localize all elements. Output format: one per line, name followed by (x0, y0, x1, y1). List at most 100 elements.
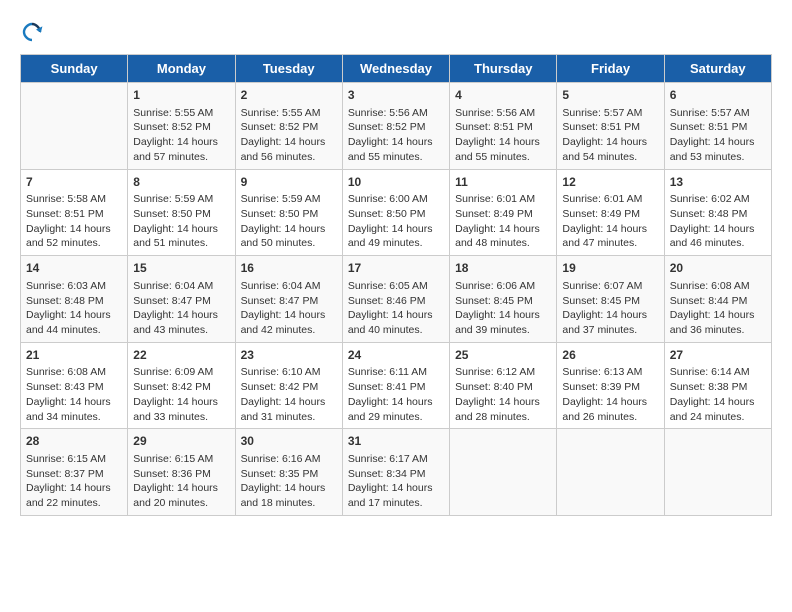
cell-content-line: and 55 minutes. (348, 150, 444, 165)
cell-content-line: Sunrise: 5:59 AM (241, 192, 337, 207)
day-number: 20 (670, 260, 766, 277)
day-header-monday: Monday (128, 55, 235, 83)
cell-content-line: Sunrise: 6:04 AM (241, 279, 337, 294)
cell-content-line: Sunset: 8:36 PM (133, 467, 229, 482)
calendar-cell: 20Sunrise: 6:08 AMSunset: 8:44 PMDayligh… (664, 256, 771, 343)
calendar-cell: 29Sunrise: 6:15 AMSunset: 8:36 PMDayligh… (128, 429, 235, 516)
cell-content-line: and 34 minutes. (26, 410, 122, 425)
week-row-0: 1Sunrise: 5:55 AMSunset: 8:52 PMDaylight… (21, 83, 772, 170)
cell-content-line: Sunrise: 5:56 AM (455, 106, 551, 121)
cell-content-line: Daylight: 14 hours (348, 481, 444, 496)
cell-content-line: Sunset: 8:49 PM (455, 207, 551, 222)
cell-content-line: Sunset: 8:50 PM (241, 207, 337, 222)
cell-content-line: Sunset: 8:47 PM (241, 294, 337, 309)
cell-content-line: Sunrise: 6:06 AM (455, 279, 551, 294)
cell-content-line: Sunset: 8:50 PM (348, 207, 444, 222)
cell-content-line: Sunset: 8:42 PM (133, 380, 229, 395)
cell-content-line: Sunrise: 6:10 AM (241, 365, 337, 380)
cell-content-line: and 51 minutes. (133, 236, 229, 251)
cell-content-line: Daylight: 14 hours (670, 395, 766, 410)
cell-content-line: Daylight: 14 hours (348, 308, 444, 323)
cell-content-line: and 46 minutes. (670, 236, 766, 251)
cell-content-line: and 26 minutes. (562, 410, 658, 425)
calendar-cell: 12Sunrise: 6:01 AMSunset: 8:49 PMDayligh… (557, 169, 664, 256)
calendar-cell: 14Sunrise: 6:03 AMSunset: 8:48 PMDayligh… (21, 256, 128, 343)
calendar-cell: 18Sunrise: 6:06 AMSunset: 8:45 PMDayligh… (450, 256, 557, 343)
calendar-cell: 6Sunrise: 5:57 AMSunset: 8:51 PMDaylight… (664, 83, 771, 170)
cell-content-line: and 48 minutes. (455, 236, 551, 251)
day-number: 6 (670, 87, 766, 104)
calendar-cell: 10Sunrise: 6:00 AMSunset: 8:50 PMDayligh… (342, 169, 449, 256)
cell-content-line: Sunrise: 6:16 AM (241, 452, 337, 467)
week-row-3: 21Sunrise: 6:08 AMSunset: 8:43 PMDayligh… (21, 342, 772, 429)
cell-content-line: Sunrise: 5:55 AM (133, 106, 229, 121)
cell-content-line: Sunset: 8:37 PM (26, 467, 122, 482)
cell-content-line: Sunrise: 5:57 AM (562, 106, 658, 121)
cell-content-line: Sunset: 8:46 PM (348, 294, 444, 309)
day-number: 2 (241, 87, 337, 104)
cell-content-line: Sunset: 8:44 PM (670, 294, 766, 309)
week-row-2: 14Sunrise: 6:03 AMSunset: 8:48 PMDayligh… (21, 256, 772, 343)
day-header-saturday: Saturday (664, 55, 771, 83)
cell-content-line: Daylight: 14 hours (562, 135, 658, 150)
cell-content-line: Daylight: 14 hours (133, 395, 229, 410)
cell-content-line: Sunrise: 6:00 AM (348, 192, 444, 207)
day-number: 1 (133, 87, 229, 104)
cell-content-line: Sunrise: 5:57 AM (670, 106, 766, 121)
calendar-cell: 24Sunrise: 6:11 AMSunset: 8:41 PMDayligh… (342, 342, 449, 429)
cell-content-line: Sunrise: 6:17 AM (348, 452, 444, 467)
cell-content-line: and 55 minutes. (455, 150, 551, 165)
cell-content-line: Daylight: 14 hours (241, 395, 337, 410)
cell-content-line: and 20 minutes. (133, 496, 229, 511)
calendar-cell (557, 429, 664, 516)
day-number: 3 (348, 87, 444, 104)
cell-content-line: and 52 minutes. (26, 236, 122, 251)
cell-content-line: Daylight: 14 hours (348, 222, 444, 237)
cell-content-line: Daylight: 14 hours (241, 135, 337, 150)
cell-content-line: Daylight: 14 hours (26, 308, 122, 323)
day-number: 28 (26, 433, 122, 450)
cell-content-line: Sunrise: 6:08 AM (26, 365, 122, 380)
cell-content-line: Daylight: 14 hours (348, 135, 444, 150)
cell-content-line: Sunset: 8:51 PM (562, 120, 658, 135)
week-row-1: 7Sunrise: 5:58 AMSunset: 8:51 PMDaylight… (21, 169, 772, 256)
calendar-cell: 27Sunrise: 6:14 AMSunset: 8:38 PMDayligh… (664, 342, 771, 429)
cell-content-line: Daylight: 14 hours (133, 222, 229, 237)
cell-content-line: and 57 minutes. (133, 150, 229, 165)
calendar-cell (21, 83, 128, 170)
day-number: 10 (348, 174, 444, 191)
day-number: 21 (26, 347, 122, 364)
cell-content-line: Sunrise: 6:01 AM (562, 192, 658, 207)
calendar-cell: 9Sunrise: 5:59 AMSunset: 8:50 PMDaylight… (235, 169, 342, 256)
calendar-cell: 2Sunrise: 5:55 AMSunset: 8:52 PMDaylight… (235, 83, 342, 170)
cell-content-line: Sunrise: 6:14 AM (670, 365, 766, 380)
cell-content-line: and 36 minutes. (670, 323, 766, 338)
cell-content-line: Sunrise: 6:04 AM (133, 279, 229, 294)
cell-content-line: Sunrise: 6:15 AM (26, 452, 122, 467)
cell-content-line: Daylight: 14 hours (670, 222, 766, 237)
cell-content-line: Daylight: 14 hours (26, 222, 122, 237)
day-number: 30 (241, 433, 337, 450)
cell-content-line: and 17 minutes. (348, 496, 444, 511)
cell-content-line: and 56 minutes. (241, 150, 337, 165)
day-number: 11 (455, 174, 551, 191)
cell-content-line: and 47 minutes. (562, 236, 658, 251)
cell-content-line: and 31 minutes. (241, 410, 337, 425)
cell-content-line: and 54 minutes. (562, 150, 658, 165)
cell-content-line: Sunset: 8:39 PM (562, 380, 658, 395)
calendar-cell: 8Sunrise: 5:59 AMSunset: 8:50 PMDaylight… (128, 169, 235, 256)
cell-content-line: Sunset: 8:52 PM (348, 120, 444, 135)
calendar-cell (450, 429, 557, 516)
day-number: 7 (26, 174, 122, 191)
cell-content-line: Sunset: 8:42 PM (241, 380, 337, 395)
day-header-thursday: Thursday (450, 55, 557, 83)
logo (20, 20, 46, 44)
cell-content-line: Sunrise: 5:58 AM (26, 192, 122, 207)
day-header-tuesday: Tuesday (235, 55, 342, 83)
cell-content-line: Sunset: 8:50 PM (133, 207, 229, 222)
cell-content-line: and 28 minutes. (455, 410, 551, 425)
day-number: 16 (241, 260, 337, 277)
calendar-cell: 26Sunrise: 6:13 AMSunset: 8:39 PMDayligh… (557, 342, 664, 429)
cell-content-line: Daylight: 14 hours (241, 222, 337, 237)
calendar-cell: 15Sunrise: 6:04 AMSunset: 8:47 PMDayligh… (128, 256, 235, 343)
